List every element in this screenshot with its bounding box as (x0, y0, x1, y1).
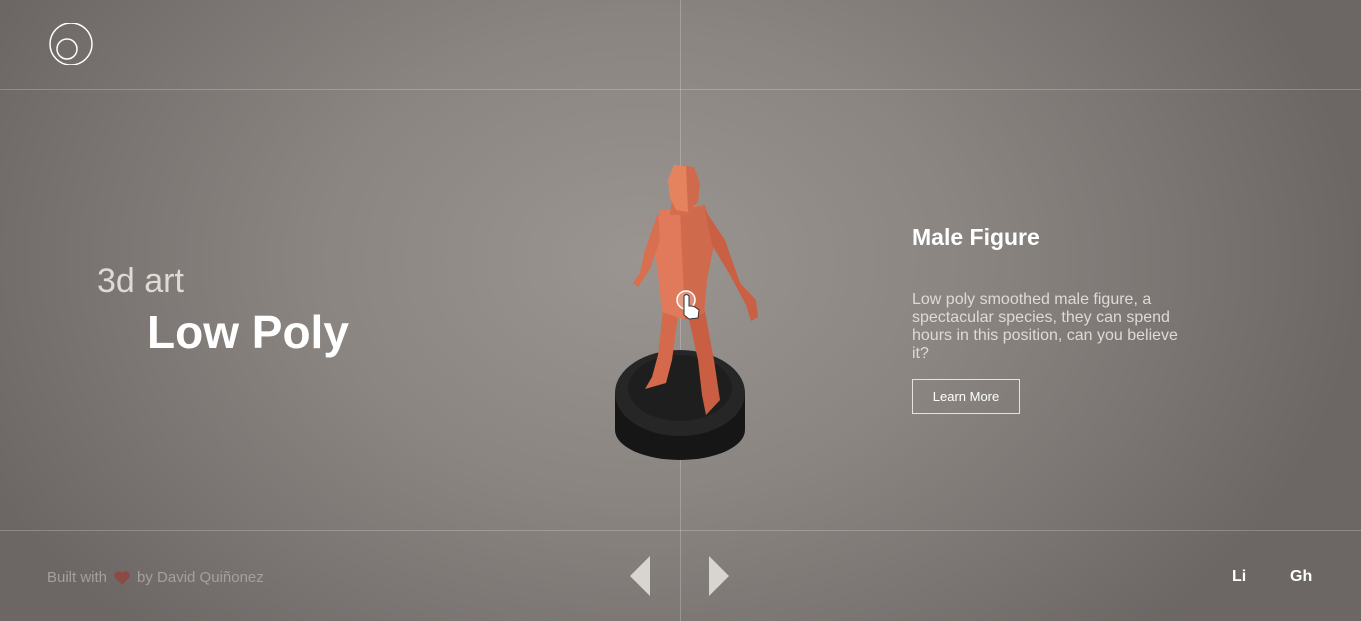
hero-title: Low Poly (147, 306, 349, 358)
hero-subtitle: 3d art (97, 262, 184, 300)
learn-more-button[interactable]: Learn More (912, 379, 1020, 414)
male-figure-3d-model[interactable] (600, 155, 770, 470)
next-arrow-icon[interactable] (709, 556, 733, 596)
built-with-label: Built with (47, 569, 108, 586)
prev-arrow-icon[interactable] (630, 556, 654, 596)
info-description: Low poly smoothed male figure, a spectac… (912, 291, 1178, 362)
heart-icon (113, 570, 131, 586)
github-link[interactable]: Gh (1290, 568, 1312, 586)
footer-credit: Built with by David Quiñonez (47, 569, 264, 586)
linkedin-link[interactable]: Li (1232, 568, 1246, 586)
author-label: by David Quiñonez (137, 569, 264, 586)
info-title: Male Figure (912, 224, 1040, 250)
circle-logo-icon[interactable] (49, 22, 93, 66)
